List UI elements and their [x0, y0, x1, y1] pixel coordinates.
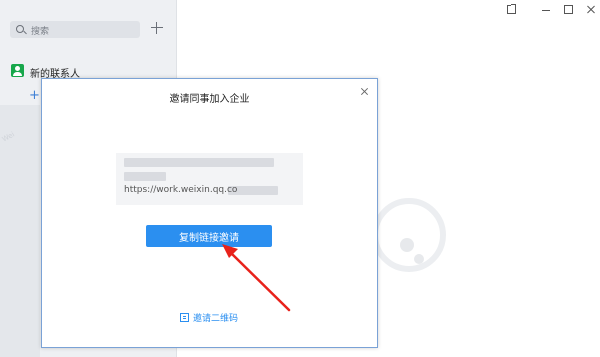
qr-code-icon: [180, 313, 189, 322]
close-icon[interactable]: [585, 3, 599, 17]
maximize-icon[interactable]: [562, 3, 576, 17]
copy-link-invite-button[interactable]: 复制链接邀请: [146, 225, 272, 247]
search-box[interactable]: 搜索: [10, 21, 140, 38]
new-contacts-icon: [11, 64, 24, 77]
dialog-title: 邀请同事加入企业: [169, 94, 250, 105]
invite-link-box: https://work.weixin.qq.co: [116, 153, 303, 205]
blurred-text: [124, 158, 274, 167]
invite-qr-code-link[interactable]: 邀请二维码: [180, 311, 238, 324]
minimize-icon[interactable]: [540, 3, 554, 17]
search-icon: [16, 25, 24, 33]
pin-icon[interactable]: [505, 3, 519, 17]
background-logo-dot: [414, 254, 424, 264]
invite-dialog: 邀请同事加入企业 https://work.weixin.qq.co 复制链接邀…: [41, 78, 378, 348]
plus-icon[interactable]: +: [29, 89, 40, 102]
search-placeholder: 搜索: [31, 27, 50, 37]
dialog-close-icon[interactable]: [359, 85, 371, 97]
background-logo-dot: [400, 238, 414, 252]
add-icon[interactable]: [148, 19, 166, 37]
qr-link-label: 邀请二维码: [193, 314, 239, 324]
invite-link-url: https://work.weixin.qq.co: [124, 185, 238, 195]
background-logo: [372, 198, 446, 272]
blurred-text: [124, 172, 166, 181]
